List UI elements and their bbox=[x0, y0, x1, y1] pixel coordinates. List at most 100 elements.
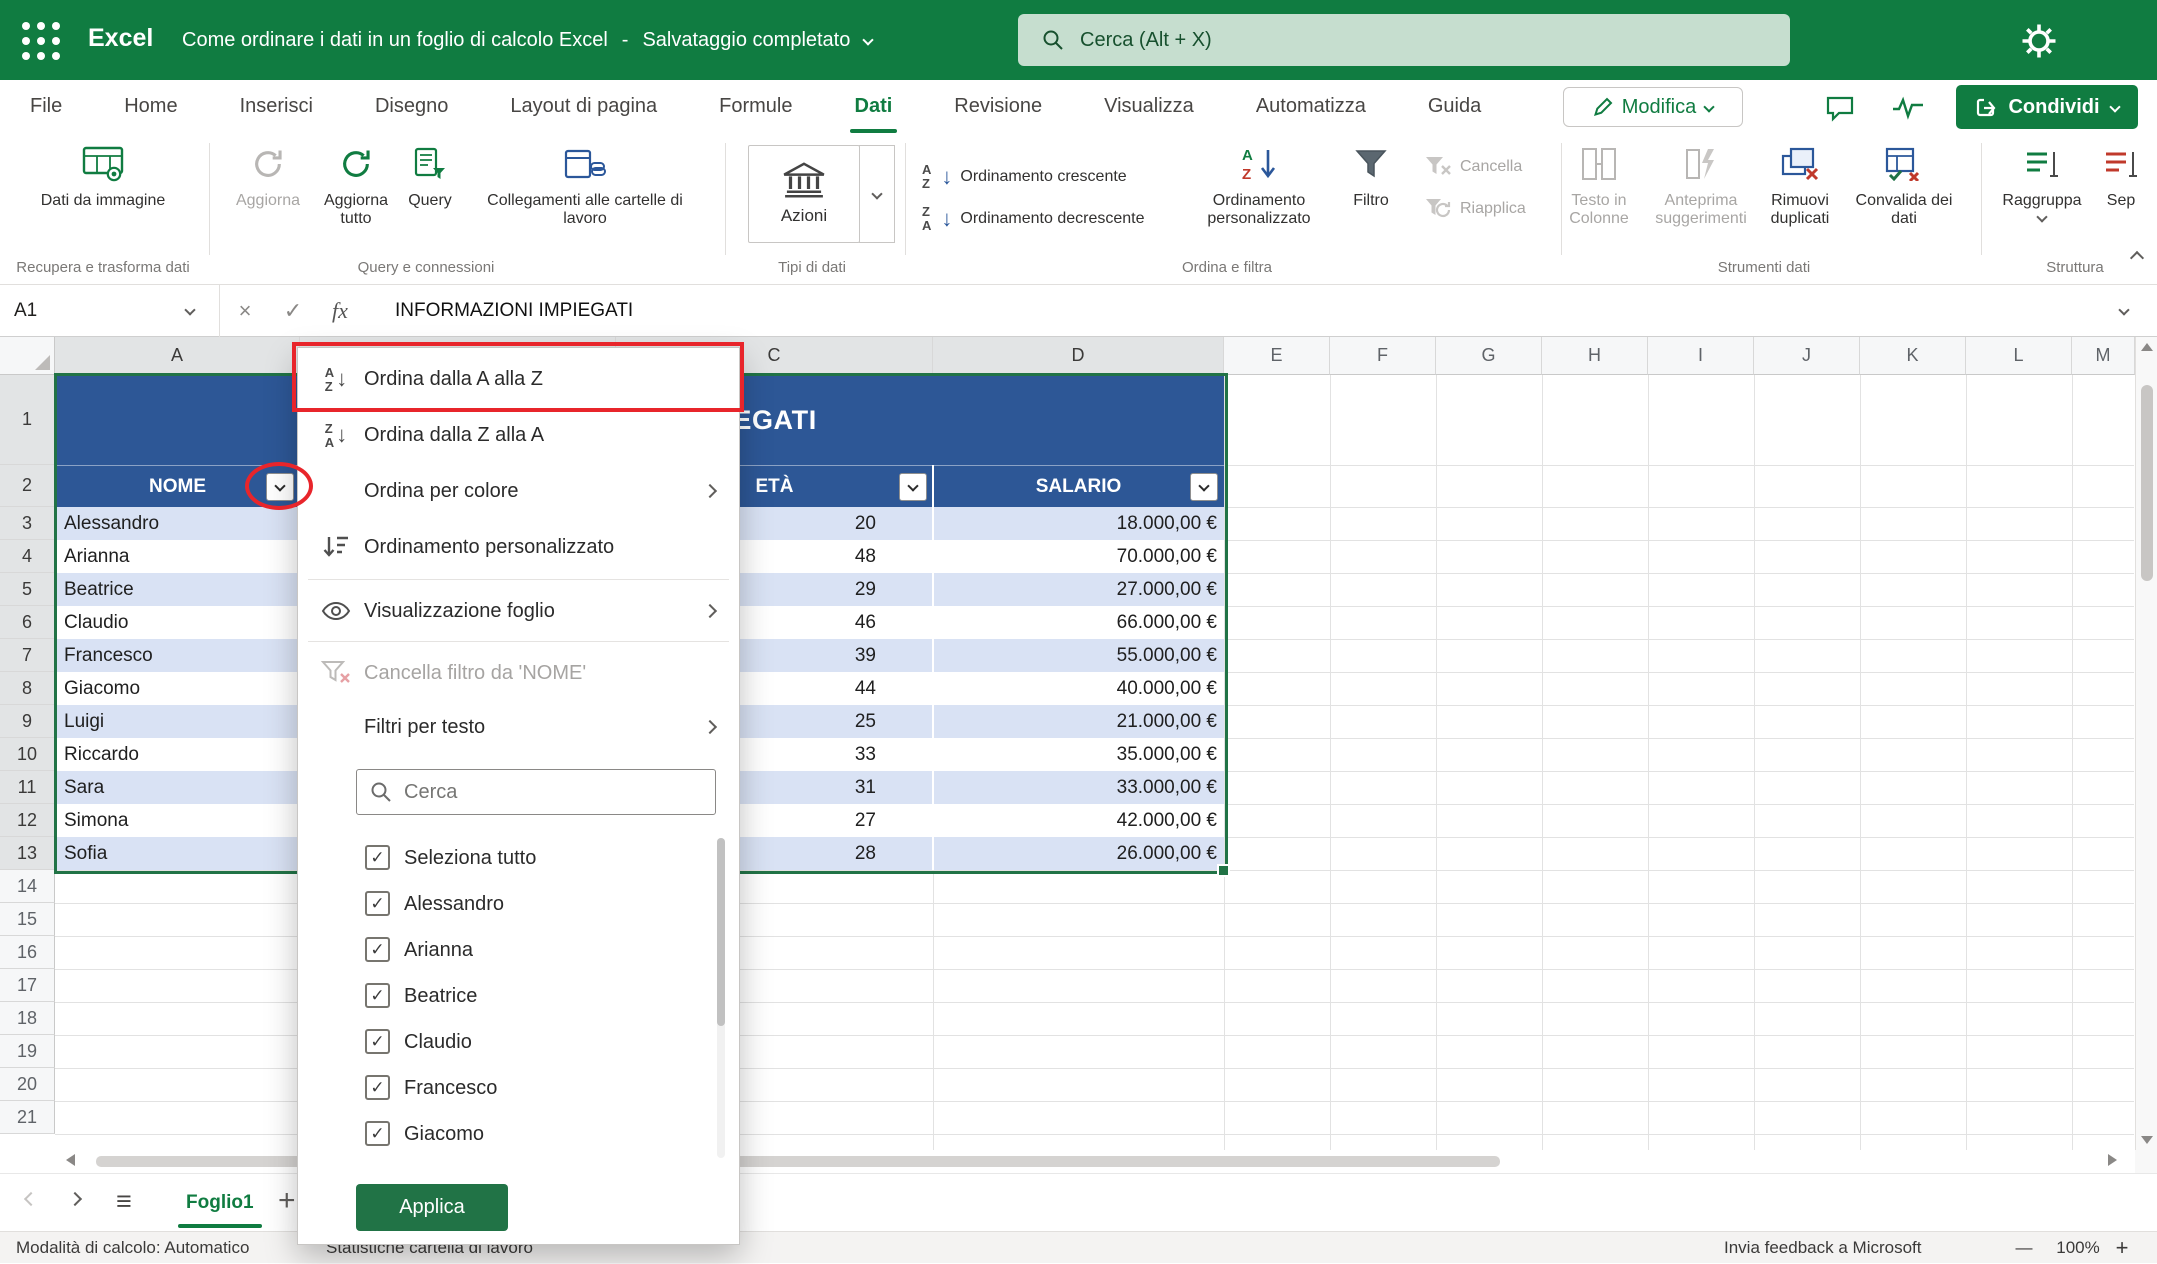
salario-filter-button[interactable] bbox=[1190, 473, 1218, 501]
workbook-links-button[interactable]: Collegamenti alle cartelle di lavoro bbox=[478, 141, 692, 229]
cell-nome[interactable]: Luigi bbox=[55, 705, 300, 738]
row-header-19[interactable]: 19 bbox=[0, 1035, 55, 1068]
cancel-icon[interactable]: × bbox=[230, 285, 260, 337]
remove-duplicates-button[interactable]: Rimuovi duplicati bbox=[1747, 141, 1853, 229]
refresh-all-button[interactable]: Aggiorna tutto bbox=[310, 141, 402, 229]
tab-inserisci[interactable]: Inserisci bbox=[240, 80, 313, 133]
cell-salario[interactable]: 21.000,00 € bbox=[933, 705, 1224, 738]
filter-checkbox-row[interactable]: ✓Claudio bbox=[298, 1019, 739, 1065]
editing-mode-button[interactable]: Modifica bbox=[1563, 87, 1743, 127]
checkbox-checked[interactable]: ✓ bbox=[365, 1075, 390, 1100]
header-nome[interactable]: NOME bbox=[55, 466, 300, 508]
menu-item-sort-a-to-z[interactable]: AZ↓ Ordina dalla A alla Z bbox=[298, 351, 739, 407]
fill-handle[interactable] bbox=[1217, 864, 1230, 877]
menu-list-scrollbar-thumb[interactable] bbox=[717, 838, 725, 1026]
tab-revisione[interactable]: Revisione bbox=[954, 80, 1042, 133]
column-header-K[interactable]: K bbox=[1860, 337, 1966, 375]
cell-salario[interactable]: 55.000,00 € bbox=[933, 639, 1224, 672]
app-launcher-button[interactable] bbox=[18, 18, 64, 64]
cell-nome[interactable]: Giacomo bbox=[55, 672, 300, 705]
row-header-13[interactable]: 13 bbox=[0, 837, 55, 870]
tab-automatizza[interactable]: Automatizza bbox=[1256, 80, 1366, 133]
flash-fill-button[interactable]: Anteprima suggerimenti bbox=[1642, 141, 1760, 229]
menu-item-custom-sort[interactable]: Ordinamento personalizzato bbox=[298, 519, 739, 575]
vertical-scrollbar[interactable] bbox=[2135, 337, 2157, 1150]
row-header-4[interactable]: 4 bbox=[0, 540, 55, 573]
eta-filter-button[interactable] bbox=[899, 473, 927, 501]
data-from-picture-button[interactable]: Dati da immagine bbox=[33, 141, 173, 210]
cell-nome[interactable]: Claudio bbox=[55, 606, 300, 639]
row-header-3[interactable]: 3 bbox=[0, 507, 55, 540]
share-button[interactable]: Condividi bbox=[1956, 85, 2138, 129]
column-header-A[interactable]: A bbox=[55, 337, 300, 375]
reapply-filter-button[interactable]: Riapplica bbox=[1424, 197, 1526, 221]
sort-descending-button[interactable]: ZA↓ Ordinamento decrescente bbox=[922, 205, 1145, 232]
row-header-6[interactable]: 6 bbox=[0, 606, 55, 639]
select-all-button[interactable] bbox=[0, 337, 55, 375]
formula-input[interactable]: INFORMAZIONI IMPIEGATI bbox=[395, 285, 633, 337]
formula-bar-expand-icon[interactable] bbox=[2118, 304, 2129, 315]
scroll-up-icon[interactable] bbox=[2141, 343, 2153, 351]
fx-icon[interactable]: fx bbox=[322, 285, 358, 337]
checkbox-checked[interactable]: ✓ bbox=[365, 983, 390, 1008]
row-header-15[interactable]: 15 bbox=[0, 903, 55, 936]
cell-salario[interactable]: 26.000,00 € bbox=[933, 837, 1224, 870]
row-header-5[interactable]: 5 bbox=[0, 573, 55, 606]
filter-checkbox-row[interactable]: ✓Francesco bbox=[298, 1065, 739, 1111]
row-header-20[interactable]: 20 bbox=[0, 1068, 55, 1101]
apply-button[interactable]: Applica bbox=[356, 1184, 508, 1231]
scroll-right-icon[interactable] bbox=[2108, 1154, 2117, 1166]
text-to-columns-button[interactable]: Testo in Colonne bbox=[1546, 141, 1652, 229]
row-header-10[interactable]: 10 bbox=[0, 738, 55, 771]
menu-item-sort-by-color[interactable]: Ordina per colore bbox=[298, 463, 739, 519]
row-header-8[interactable]: 8 bbox=[0, 672, 55, 705]
filter-checkbox-row[interactable]: ✓Seleziona tutto bbox=[298, 835, 739, 881]
column-header-M[interactable]: M bbox=[2072, 337, 2135, 375]
cell-salario[interactable]: 27.000,00 € bbox=[933, 573, 1224, 606]
row-header-17[interactable]: 17 bbox=[0, 969, 55, 1002]
row-header-2[interactable]: 2 bbox=[0, 465, 55, 507]
ungroup-button[interactable]: Sep bbox=[2081, 141, 2157, 210]
menu-list-scrollbar[interactable] bbox=[717, 838, 725, 1158]
checkbox-checked[interactable]: ✓ bbox=[365, 845, 390, 870]
clear-filter-button[interactable]: Cancella bbox=[1424, 155, 1522, 179]
sheet-tab-foglio1[interactable]: Foglio1 bbox=[168, 1174, 272, 1231]
cell-nome[interactable]: Alessandro bbox=[55, 507, 300, 540]
tab-layout-di-pagina[interactable]: Layout di pagina bbox=[510, 80, 657, 133]
header-salario[interactable]: SALARIO bbox=[933, 466, 1224, 508]
search-box[interactable]: Cerca (Alt + X) bbox=[1018, 14, 1790, 66]
row-header-21[interactable]: 21 bbox=[0, 1101, 55, 1134]
cell-nome[interactable]: Sara bbox=[55, 771, 300, 804]
filter-button[interactable]: Filtro bbox=[1338, 141, 1404, 210]
tab-formule[interactable]: Formule bbox=[719, 80, 792, 133]
checkbox-checked[interactable]: ✓ bbox=[365, 1029, 390, 1054]
cell-salario[interactable]: 70.000,00 € bbox=[933, 540, 1224, 573]
activity-button[interactable] bbox=[1884, 88, 1932, 128]
cell-salario[interactable]: 40.000,00 € bbox=[933, 672, 1224, 705]
filter-checkbox-row[interactable]: ✓Alessandro bbox=[298, 881, 739, 927]
filter-checkbox-row[interactable]: ✓Beatrice bbox=[298, 973, 739, 1019]
name-box[interactable]: A1 bbox=[0, 285, 220, 337]
menu-search-input[interactable]: Cerca bbox=[356, 769, 716, 815]
sort-ascending-button[interactable]: AZ↓ Ordinamento crescente bbox=[922, 163, 1127, 190]
calc-mode-status[interactable]: Modalità di calcolo: Automatico bbox=[16, 1232, 249, 1264]
feedback-link[interactable]: Invia feedback a Microsoft bbox=[1724, 1232, 1921, 1264]
custom-sort-button[interactable]: AZ Ordinamento personalizzato bbox=[1176, 141, 1342, 229]
tab-guida[interactable]: Guida bbox=[1428, 80, 1481, 133]
row-header-18[interactable]: 18 bbox=[0, 1002, 55, 1035]
zoom-level[interactable]: 100% bbox=[2048, 1232, 2108, 1264]
column-header-D[interactable]: D bbox=[933, 337, 1224, 375]
row-header-14[interactable]: 14 bbox=[0, 870, 55, 903]
settings-button[interactable] bbox=[2018, 20, 2060, 62]
data-validation-button[interactable]: Convalida dei dati bbox=[1845, 141, 1963, 229]
filter-checkbox-row[interactable]: ✓Giacomo bbox=[298, 1111, 739, 1157]
cell-salario[interactable]: 66.000,00 € bbox=[933, 606, 1224, 639]
comments-button[interactable] bbox=[1816, 88, 1864, 128]
row-header-9[interactable]: 9 bbox=[0, 705, 55, 738]
filter-checkbox-row[interactable]: ✓Arianna bbox=[298, 927, 739, 973]
column-header-G[interactable]: G bbox=[1436, 337, 1542, 375]
nome-filter-button[interactable] bbox=[266, 473, 294, 501]
row-header-12[interactable]: 12 bbox=[0, 804, 55, 837]
row-header-16[interactable]: 16 bbox=[0, 936, 55, 969]
vertical-scrollbar-thumb[interactable] bbox=[2141, 385, 2153, 581]
